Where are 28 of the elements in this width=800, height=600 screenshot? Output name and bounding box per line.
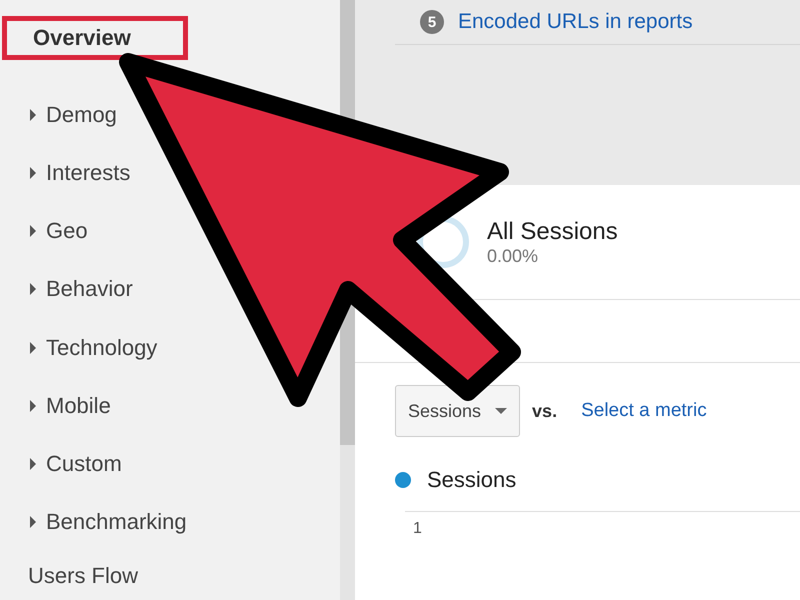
sidebar-item[interactable]: Interests (30, 160, 130, 186)
expand-icon (30, 283, 36, 296)
sidebar-item[interactable]: Mobile (30, 392, 111, 419)
sidebar-item[interactable]: Users Flow (28, 562, 138, 589)
expand-icon (30, 109, 36, 122)
segment-name: All Sessions (487, 218, 618, 246)
caret-icon (495, 408, 508, 414)
sidebar-item[interactable]: Demog (30, 102, 117, 128)
select-metric-link[interactable]: Select a metric (581, 400, 707, 422)
expand-icon (30, 225, 36, 238)
axis-tick: 1 (413, 520, 422, 537)
vs-label: vs. (532, 400, 558, 422)
expand-icon (30, 167, 36, 180)
legend-label: Sessions (427, 467, 516, 493)
sidebar-item[interactable]: Benchmarking (30, 509, 187, 536)
notice-link[interactable]: Encoded URLs in reports (458, 10, 693, 34)
expand-icon (30, 458, 36, 470)
expand-icon (30, 516, 36, 528)
step-badge: 5 (420, 10, 444, 34)
sidebar-item[interactable]: Behavior (30, 276, 133, 302)
sidebar-item[interactable]: Overview (2, 16, 188, 60)
segment-percent: 0.00% (487, 246, 540, 266)
sidebar-item[interactable]: Custom (30, 450, 122, 477)
expand-icon (30, 342, 36, 354)
sidebar-item[interactable]: Geo (30, 218, 88, 244)
metric-dropdown[interactable]: Sessions (395, 385, 520, 437)
sidebar-item[interactable]: Technology (30, 334, 158, 361)
expand-icon (30, 400, 36, 412)
